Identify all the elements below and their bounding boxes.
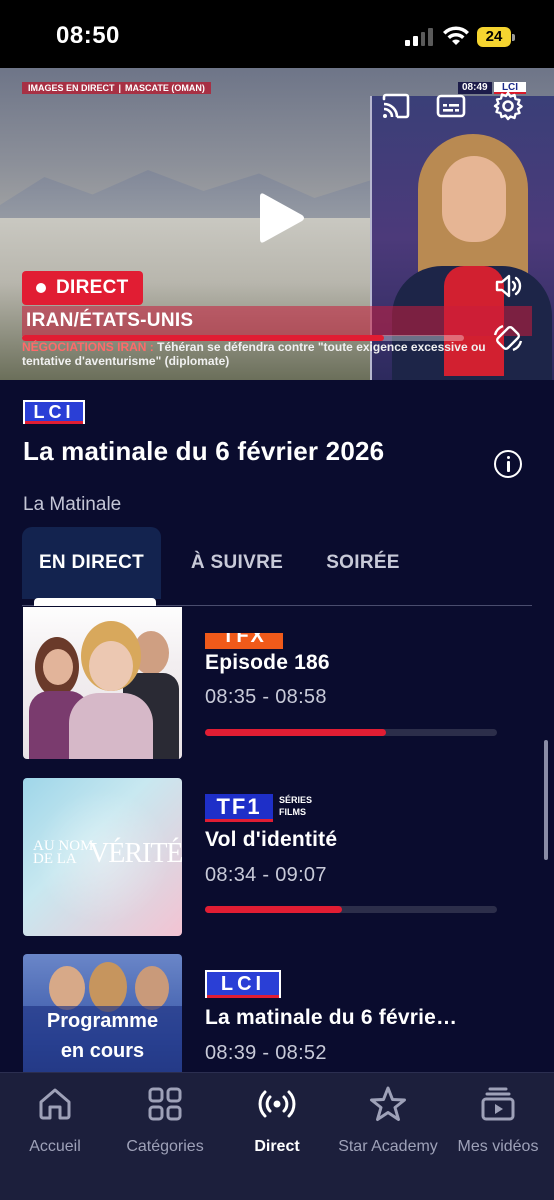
live-badge: DIRECT xyxy=(22,271,143,305)
thumb-overlay-line-1: Programme xyxy=(46,1010,159,1032)
list-item[interactable]: Programme en cours LCI La matinale du 6 … xyxy=(0,954,554,1072)
news-banner: IRAN/ÉTATS-UNIS xyxy=(22,306,532,336)
channel-logo-tf1-series-films: TF1 SÉRIES FILMS xyxy=(205,794,315,822)
status-time: 08:50 xyxy=(56,22,120,49)
settings-icon[interactable] xyxy=(490,88,526,124)
info-icon[interactable] xyxy=(494,450,522,478)
tab-en-direct[interactable]: EN DIRECT xyxy=(22,527,161,599)
program-channel-logo: LCI xyxy=(23,400,85,424)
item-progress-bar xyxy=(205,906,497,913)
star-icon xyxy=(370,1086,406,1121)
tab-soiree[interactable]: SOIRÉE xyxy=(310,527,416,599)
tab-a-suivre[interactable]: À SUIVRE xyxy=(170,527,304,599)
item-time: 08:34 - 09:07 xyxy=(205,864,327,886)
item-time: 08:39 - 08:52 xyxy=(205,1042,327,1064)
program-thumbnail: Programme en cours xyxy=(23,954,182,1072)
list-item[interactable]: AU NOM DE LA VÉRITÉ TF1 SÉRIES FILMS Vol … xyxy=(0,778,554,938)
item-progress-fill xyxy=(205,729,387,736)
battery-level: 24 xyxy=(477,27,511,47)
program-thumbnail xyxy=(23,607,182,759)
channel-logo-tfx: TFX xyxy=(205,633,283,649)
item-title: Episode 186 xyxy=(205,651,330,674)
nav-accueil[interactable]: Accueil xyxy=(0,1085,110,1155)
nav-star-academy[interactable]: Star Academy xyxy=(333,1085,443,1155)
active-tab-indicator xyxy=(34,598,156,606)
nav-label: Star Academy xyxy=(338,1138,438,1155)
thumb-title-line-2: DE LA xyxy=(33,851,77,867)
program-title: La matinale du 6 février 2026 xyxy=(23,436,385,466)
nav-direct[interactable]: Direct xyxy=(222,1085,332,1155)
home-icon xyxy=(39,1088,71,1120)
video-library-icon xyxy=(481,1087,515,1121)
nav-label: Direct xyxy=(254,1138,300,1155)
play-icon[interactable] xyxy=(256,190,306,246)
nav-mes-videos[interactable]: Mes vidéos xyxy=(443,1085,553,1155)
schedule-list: TFX Episode 186 08:35 - 08:58 AU NOM DE … xyxy=(0,607,554,1072)
item-title: Vol d'identité xyxy=(205,828,338,851)
nav-label: Accueil xyxy=(29,1138,81,1155)
item-time: 08:35 - 08:58 xyxy=(205,686,327,708)
schedule-tabs: EN DIRECT À SUIVRE SOIRÉE xyxy=(0,525,554,607)
images-live-strip: IMAGES EN DIRECT | MASCATE (OMAN) xyxy=(22,82,211,94)
scrollbar[interactable] xyxy=(544,740,548,860)
grid-icon xyxy=(148,1087,182,1121)
program-thumbnail: AU NOM DE LA VÉRITÉ xyxy=(23,778,182,936)
nav-label: Catégories xyxy=(126,1138,204,1155)
news-ticker: NÉGOCIATIONS IRAN : Téhéran se défendra … xyxy=(22,340,486,368)
thumb-overlay-line-2: en cours xyxy=(60,1040,145,1062)
item-progress-fill xyxy=(205,906,343,913)
wifi-icon xyxy=(443,26,469,45)
nav-categories[interactable]: Catégories xyxy=(110,1085,220,1155)
bottom-navigation: Accueil Catégories Direct Star Academy M… xyxy=(0,1072,554,1200)
status-bar: 08:50 24 xyxy=(0,0,554,68)
program-subtitle: La Matinale xyxy=(23,494,122,515)
live-broadcast-icon xyxy=(258,1090,296,1118)
channel-logo-lci: LCI xyxy=(205,970,281,998)
nav-label: Mes vidéos xyxy=(457,1138,539,1155)
item-progress-bar xyxy=(205,729,497,736)
cast-icon[interactable] xyxy=(378,88,414,124)
volume-icon[interactable] xyxy=(490,268,526,304)
cellular-signal-icon xyxy=(405,28,433,46)
item-title: La matinale du 6 févrie… xyxy=(205,1006,458,1029)
thumb-title-line-3: VÉRITÉ xyxy=(89,838,182,869)
video-player[interactable]: IMAGES EN DIRECT | MASCATE (OMAN) 08:49 LC… xyxy=(0,68,554,380)
battery-icon: 24 xyxy=(477,27,515,47)
list-item[interactable]: TFX Episode 186 08:35 - 08:58 xyxy=(0,607,554,761)
rotate-icon[interactable] xyxy=(490,320,526,356)
subtitles-icon[interactable] xyxy=(433,88,469,124)
